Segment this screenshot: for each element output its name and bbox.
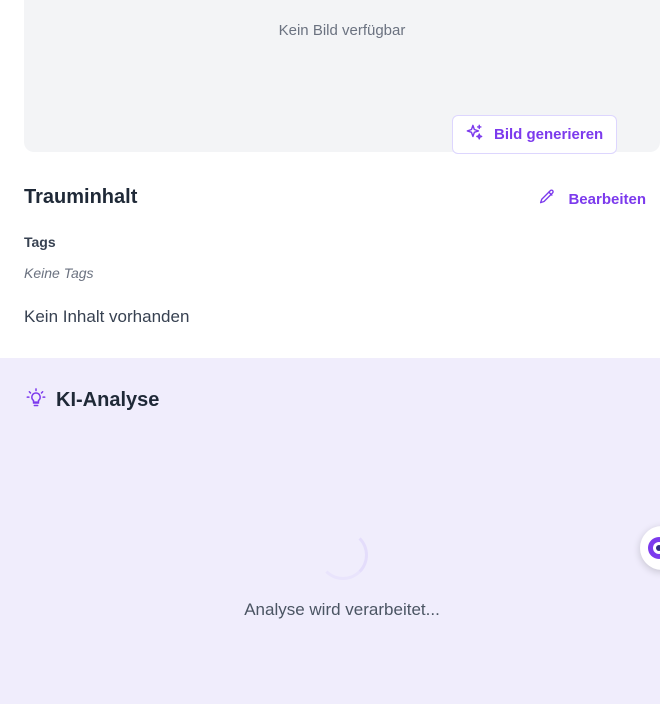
- ai-analysis-title: KI-Analyse: [56, 389, 160, 411]
- dream-content-text: Kein Inhalt vorhanden: [24, 307, 190, 326]
- dream-detail-page: Kein Bild verfügbar Bild generieren Trau…: [0, 0, 660, 704]
- tags-empty-text: Keine Tags: [24, 265, 94, 281]
- edit-button[interactable]: Bearbeiten: [538, 188, 646, 210]
- ai-analysis-header: KI-Analyse: [26, 388, 159, 413]
- edit-label: Bearbeiten: [568, 190, 646, 208]
- analysis-status-text: Analyse wird verarbeitet...: [244, 600, 440, 619]
- tags-label: Tags: [24, 234, 56, 250]
- pencil-icon: [538, 188, 556, 210]
- ai-analysis-section: KI-Analyse Analyse wird verarbeitet...: [0, 358, 660, 704]
- no-image-text: Kein Bild verfügbar: [278, 22, 406, 39]
- lightbulb-icon: [26, 388, 46, 413]
- generate-image-label: Bild generieren: [494, 126, 604, 143]
- generate-image-button[interactable]: Bild generieren: [452, 115, 617, 154]
- loading-spinner: [318, 530, 368, 580]
- sparkles-icon: [465, 123, 484, 146]
- dream-content-title: Trauminhalt: [24, 186, 138, 208]
- assistant-floating-button[interactable]: [640, 526, 660, 570]
